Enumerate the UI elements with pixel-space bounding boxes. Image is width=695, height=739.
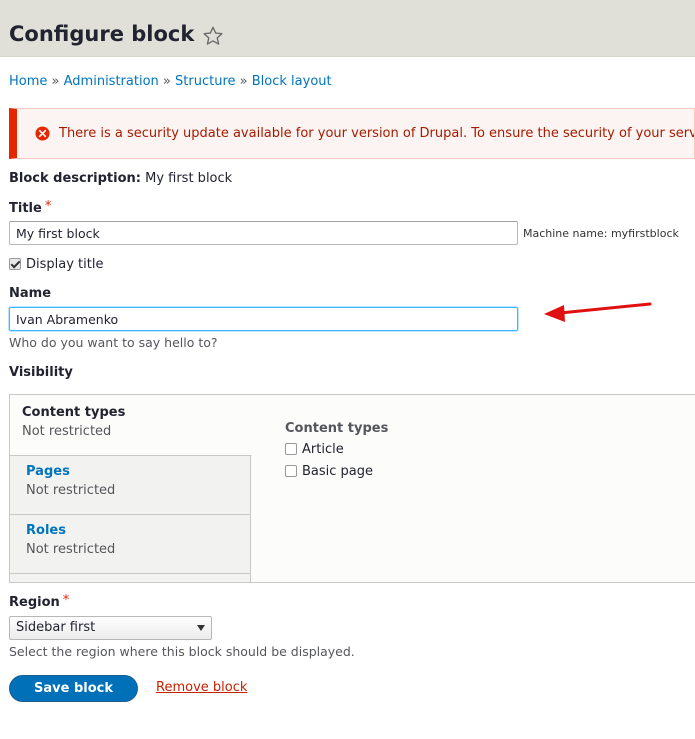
vtab-content-types[interactable]: Content types Not restricted [10,395,252,456]
chevron-down-icon [197,625,205,631]
save-block-button[interactable]: Save block [9,675,138,702]
title-label: Title [9,201,42,216]
visibility-tabs-menu: Content types Not restricted Pages Not r… [10,395,252,582]
pane-title: Content types [285,421,389,436]
breadcrumb-structure[interactable]: Structure [175,74,235,89]
required-marker: * [62,593,70,608]
display-title-checkbox[interactable] [9,258,21,270]
machine-name-value: myfirstblock [610,227,679,240]
vtab-roles[interactable]: Roles Not restricted [10,515,251,574]
title-input[interactable] [9,221,518,245]
article-label: Article [302,442,344,457]
vtab-title: Roles [26,523,66,538]
breadcrumb-separator: » [162,74,171,89]
breadcrumb-separator: » [239,74,248,89]
vtab-title: Pages [26,464,70,479]
vtab-title: Content types [22,405,126,420]
article-checkbox[interactable] [285,443,297,455]
error-circle-icon [35,126,50,141]
name-label: Name [9,286,52,301]
region-description: Select the region where this block shoul… [9,644,355,659]
annotation-arrow-icon [544,302,652,322]
block-description-value: My first block [145,171,233,186]
required-marker: * [44,199,52,214]
region-selected-value: Sidebar first [16,620,96,635]
basic-page-checkbox[interactable] [285,465,297,477]
vtab-pages[interactable]: Pages Not restricted [10,456,251,515]
vtab-summary: Not restricted [26,483,116,498]
breadcrumb-separator: » [51,74,60,89]
breadcrumb: Home » Administration » Structure » Bloc… [9,74,332,89]
breadcrumb-home[interactable]: Home [9,74,47,89]
machine-name: Machine name: myfirstblock [523,227,679,240]
basic-page-label: Basic page [302,464,374,479]
vtab-summary: Not restricted [22,424,112,439]
block-description-label: Block description: [9,171,141,186]
region-select[interactable]: Sidebar first [9,616,212,640]
machine-name-label: Machine name: [523,227,608,240]
page-title: Configure block [9,22,195,46]
breadcrumb-block-layout[interactable]: Block layout [252,74,332,89]
title-label-row: Title * [9,199,52,216]
visibility-label: Visibility [9,365,73,380]
security-alert: There is a security update available for… [9,108,695,159]
breadcrumb-administration[interactable]: Administration [64,74,159,89]
region-label: Region [9,595,60,610]
star-outline-icon[interactable] [202,25,224,47]
remove-block-link[interactable]: Remove block [156,680,247,695]
alert-message: There is a security update available for… [59,126,694,141]
name-description: Who do you want to say hello to? [9,335,218,350]
vtab-summary: Not restricted [26,542,116,557]
display-title-label: Display title [26,257,104,272]
region-label-row: Region * [9,593,70,610]
name-input[interactable] [9,307,518,331]
page-header: Configure block [0,0,695,57]
block-description: Block description: My first block [9,171,232,186]
